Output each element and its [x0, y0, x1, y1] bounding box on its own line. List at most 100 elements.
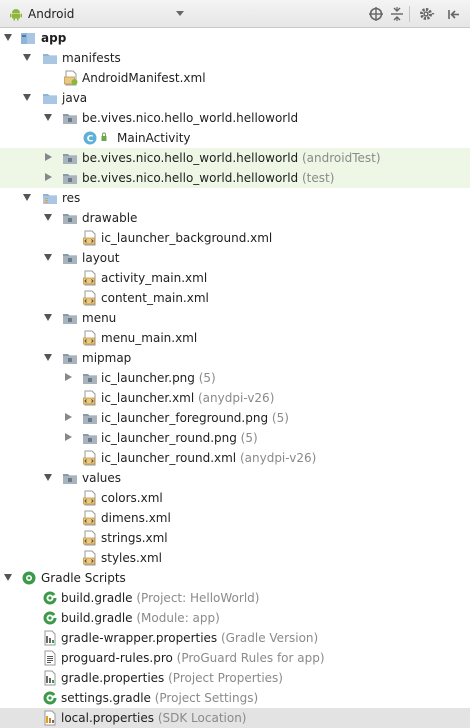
tree-item-layout[interactable]: layout — [0, 248, 470, 268]
tree-item-menu-main[interactable]: menu_main.xml — [0, 328, 470, 348]
expand-arrow-icon[interactable] — [44, 114, 52, 121]
tree-item-label: ic_launcher_round.png (5) — [101, 430, 258, 446]
locate-target-icon[interactable] — [368, 6, 384, 22]
tree-item-label: app — [41, 31, 67, 45]
tree-item-label: build.gradle (Project: HelloWorld) — [61, 590, 259, 606]
tree-item-label: gradle.properties (Project Properties) — [61, 670, 283, 686]
tree-item-package-android-test[interactable]: be.vives.nico.hello_world.helloworld (an… — [0, 148, 470, 168]
expand-arrow-icon[interactable] — [4, 34, 12, 41]
file-qualifier: (5) — [268, 411, 289, 425]
expand-arrow-icon[interactable] — [4, 574, 12, 581]
file-qualifier: (Project Settings) — [150, 691, 259, 705]
tree-item-activity-main[interactable]: activity_main.xml — [0, 268, 470, 288]
tree-item-dimens[interactable]: dimens.xml — [0, 508, 470, 528]
expand-arrow-icon[interactable] — [23, 54, 31, 61]
file-name: ic_launcher_round.png — [101, 431, 237, 445]
tree-item-manifests[interactable]: manifests — [0, 48, 470, 68]
tree-item-label: drawable — [82, 211, 138, 225]
tree-item-local-properties[interactable]: local.properties (SDK Location) — [0, 708, 470, 728]
tree-item-label: menu — [82, 311, 117, 325]
expand-arrow-icon[interactable] — [23, 94, 31, 101]
tree-item-settings-gradle[interactable]: settings.gradle (Project Settings) — [0, 688, 470, 708]
tree-item-label: local.properties (SDK Location) — [61, 710, 247, 726]
tree-item-colors[interactable]: colors.xml — [0, 488, 470, 508]
tree-item-build-gradle-module[interactable]: build.gradle (Module: app) — [0, 608, 470, 628]
tree-item-label: ic_launcher.xml (anydpi-v26) — [101, 390, 274, 406]
tree-item-java[interactable]: java — [0, 88, 470, 108]
folder-icon — [43, 54, 57, 64]
settings-gear-icon[interactable] — [419, 6, 435, 22]
package-icon — [63, 114, 77, 124]
package-icon — [63, 254, 77, 264]
xml-file-icon — [83, 510, 96, 526]
project-view-selector[interactable]: Android — [28, 7, 74, 21]
hide-panel-icon[interactable] — [446, 6, 462, 22]
expand-arrow-icon[interactable] — [23, 194, 31, 201]
tree-item-ic-launcher-round-xml[interactable]: ic_launcher_round.xml (anydpi-v26) — [0, 448, 470, 468]
file-name: settings.gradle — [61, 691, 151, 705]
package-icon — [83, 414, 97, 424]
tree-item-main-activity[interactable]: C MainActivity — [0, 128, 470, 148]
tree-item-package-test[interactable]: be.vives.nico.hello_world.helloworld (te… — [0, 168, 470, 188]
tree-item-gradle-properties[interactable]: gradle.properties (Project Properties) — [0, 668, 470, 688]
collapsed-arrow-icon[interactable] — [45, 153, 52, 161]
expand-arrow-icon[interactable] — [44, 254, 52, 261]
tree-item-strings[interactable]: strings.xml — [0, 528, 470, 548]
tree-item-package-main[interactable]: be.vives.nico.hello_world.helloworld — [0, 108, 470, 128]
tree-item-android-manifest[interactable]: AndroidManifest.xml — [0, 68, 470, 88]
file-name: gradle-wrapper.properties — [61, 631, 218, 645]
expand-arrow-icon[interactable] — [44, 314, 52, 321]
tree-item-ic-launcher-round-png[interactable]: ic_launcher_round.png (5) — [0, 428, 470, 448]
expand-arrow-icon[interactable] — [44, 354, 52, 361]
collapsed-arrow-icon[interactable] — [65, 413, 72, 421]
expand-arrow-icon[interactable] — [44, 214, 52, 221]
package-qualifier: (test) — [298, 171, 335, 185]
xml-file-icon — [83, 390, 96, 406]
tree-item-ic-launcher-xml[interactable]: ic_launcher.xml (anydpi-v26) — [0, 388, 470, 408]
tree-item-gradle-scripts[interactable]: Gradle Scripts — [0, 568, 470, 588]
expand-arrow-icon[interactable] — [44, 474, 52, 481]
tree-item-label: be.vives.nico.hello_world.helloworld — [82, 111, 299, 125]
tree-item-mipmap[interactable]: mipmap — [0, 348, 470, 368]
project-view-toolbar: Android — [0, 0, 470, 28]
tree-item-drawable[interactable]: drawable — [0, 208, 470, 228]
tree-item-proguard[interactable]: proguard-rules.pro (ProGuard Rules for a… — [0, 648, 470, 668]
gradle-file-icon — [43, 591, 57, 605]
package-icon — [63, 354, 77, 364]
tree-item-ic-launcher-foreground[interactable]: ic_launcher_foreground.png (5) — [0, 408, 470, 428]
tree-item-ic-launcher-background[interactable]: ic_launcher_background.xml — [0, 228, 470, 248]
tree-item-gradle-wrapper[interactable]: gradle-wrapper.properties (Gradle Versio… — [0, 628, 470, 648]
manifest-file-icon — [64, 70, 78, 86]
collapsed-arrow-icon[interactable] — [65, 373, 72, 381]
tree-item-label: be.vives.nico.hello_world.helloworld (an… — [82, 150, 381, 166]
tree-item-label: mipmap — [82, 351, 132, 365]
collapse-all-icon[interactable] — [389, 6, 405, 22]
properties-file-icon — [44, 630, 56, 646]
tree-item-app[interactable]: app — [0, 28, 470, 48]
tree-item-label: gradle-wrapper.properties (Gradle Versio… — [61, 630, 318, 646]
tree-item-styles[interactable]: styles.xml — [0, 548, 470, 568]
tree-item-res[interactable]: res — [0, 188, 470, 208]
package-icon — [83, 434, 97, 444]
collapsed-arrow-icon[interactable] — [45, 173, 52, 181]
properties-file-icon — [44, 670, 56, 686]
local-properties-file-icon — [44, 710, 56, 726]
file-name: ic_launcher_foreground.png — [101, 411, 269, 425]
tree-item-values[interactable]: values — [0, 468, 470, 488]
xml-file-icon — [83, 330, 96, 346]
tree-item-menu[interactable]: menu — [0, 308, 470, 328]
file-qualifier: (SDK Location) — [154, 711, 247, 725]
access-lock-icon — [101, 132, 107, 141]
xml-file-icon — [83, 450, 96, 466]
tree-item-label: AndroidManifest.xml — [82, 71, 206, 85]
xml-file-icon — [83, 550, 96, 566]
tree-item-build-gradle-project[interactable]: build.gradle (Project: HelloWorld) — [0, 588, 470, 608]
dropdown-caret-icon[interactable] — [176, 11, 184, 16]
resource-folder-icon — [43, 194, 57, 204]
tree-item-content-main[interactable]: content_main.xml — [0, 288, 470, 308]
tree-item-ic-launcher-png[interactable]: ic_launcher.png (5) — [0, 368, 470, 388]
text-file-icon — [44, 650, 56, 666]
collapsed-arrow-icon[interactable] — [65, 433, 72, 441]
xml-file-icon — [83, 290, 96, 306]
tree-item-label: strings.xml — [101, 531, 168, 545]
